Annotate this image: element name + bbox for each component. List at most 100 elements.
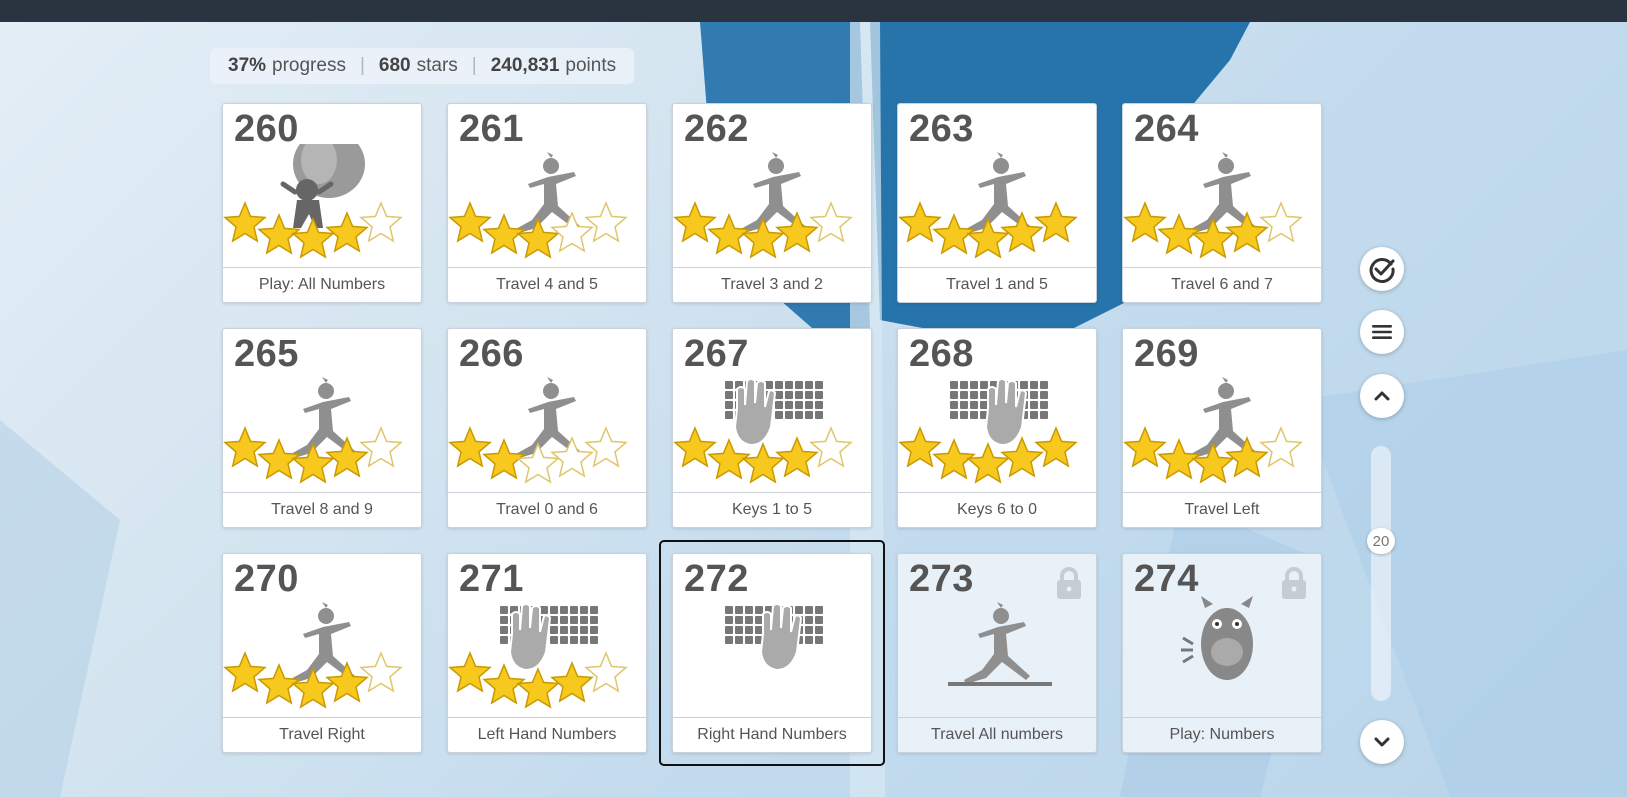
menu-button[interactable] <box>1360 310 1404 354</box>
star-filled-icon <box>775 211 819 253</box>
stats-divider: | <box>471 55 477 76</box>
star-filled-icon <box>1225 436 1269 478</box>
lesson-art <box>448 377 628 484</box>
lesson-label: Travel 4 and 5 <box>448 267 646 302</box>
lesson-card[interactable]: 269 Travel Left <box>1122 328 1322 528</box>
lesson-label: Travel 8 and 9 <box>223 492 421 527</box>
star-filled-icon <box>1123 201 1167 243</box>
stars-value: 680 <box>378 55 411 76</box>
monster-icon <box>1181 596 1253 680</box>
lesson-label: Travel Left <box>1123 492 1321 527</box>
progress-value: 37% <box>228 55 267 76</box>
star-filled-icon <box>325 661 369 703</box>
lesson-art <box>1123 152 1303 259</box>
top-bar <box>0 0 1627 22</box>
star-filled-icon <box>550 661 594 703</box>
star-filled-icon <box>223 426 267 468</box>
scroll-slider-track[interactable] <box>1371 446 1391 701</box>
stars-label: stars <box>416 55 458 76</box>
lesson-card[interactable]: 267 Keys 1 to 5 <box>672 328 872 528</box>
star-filled-icon <box>325 436 369 478</box>
lesson-label: Play: All Numbers <box>223 267 421 302</box>
star-filled-icon <box>448 426 492 468</box>
stats-divider: | <box>359 55 365 76</box>
lesson-art <box>898 378 1078 484</box>
lesson-card[interactable]: 274 Play: Numbers <box>1122 553 1322 753</box>
star-filled-icon <box>223 201 267 243</box>
menu-icon <box>1372 325 1392 339</box>
lesson-card[interactable]: 261 Travel 4 and 5 <box>447 103 647 303</box>
lesson-label: Left Hand Numbers <box>448 717 646 752</box>
lesson-card[interactable]: 271 Left Hand Numbers <box>447 553 647 753</box>
star-filled-icon <box>898 426 942 468</box>
check-circle-icon <box>1369 257 1395 283</box>
lesson-card[interactable]: 266 Travel 0 and 6 <box>447 328 647 528</box>
star-filled-icon <box>448 201 492 243</box>
stats-bar: 37% progress | 680 stars | 240,831 point… <box>210 48 635 84</box>
lesson-art <box>448 603 628 709</box>
lesson-art <box>673 378 853 484</box>
progress-label: progress <box>272 55 346 76</box>
star-filled-icon <box>1034 201 1078 243</box>
lesson-card[interactable]: 260 Play: All Numbers <box>222 103 422 303</box>
points-value: 240,831 <box>490 55 560 76</box>
right-hand-keyboard-icon <box>950 378 1048 447</box>
star-filled-icon <box>898 201 942 243</box>
star-filled-icon <box>325 211 369 253</box>
lesson-card[interactable]: 263 Travel 1 and 5 <box>897 103 1097 303</box>
lesson-label: Travel 3 and 2 <box>673 267 871 302</box>
star-empty-icon <box>584 201 628 243</box>
star-filled-icon <box>1123 426 1167 468</box>
lesson-art <box>223 144 403 259</box>
lesson-label: Travel 1 and 5 <box>898 267 1096 302</box>
star-empty-icon <box>550 211 594 253</box>
lesson-art <box>223 377 403 484</box>
star-filled-icon <box>1034 426 1078 468</box>
lesson-card[interactable]: 268 Keys 6 to 0 <box>897 328 1097 528</box>
lesson-card[interactable]: 262 Travel 3 and 2 <box>672 103 872 303</box>
lesson-art <box>1123 377 1303 484</box>
lesson-label: Travel 6 and 7 <box>1123 267 1321 302</box>
star-filled-icon <box>1000 211 1044 253</box>
star-empty-icon <box>809 201 853 243</box>
scroll-up-button[interactable] <box>1360 374 1404 418</box>
star-filled-icon <box>673 201 717 243</box>
lesson-art <box>223 602 403 709</box>
star-empty-icon <box>1259 426 1303 468</box>
star-empty-icon <box>809 426 853 468</box>
yoga-pose-icon <box>964 602 1030 684</box>
star-empty-icon <box>584 651 628 693</box>
lesson-label: Travel 0 and 6 <box>448 492 646 527</box>
left-hand-keyboard-icon <box>725 378 823 447</box>
lesson-art <box>673 152 853 259</box>
star-filled-icon <box>223 651 267 693</box>
star-empty-icon <box>550 436 594 478</box>
lesson-label: Keys 1 to 5 <box>673 492 871 527</box>
lesson-label: Keys 6 to 0 <box>898 492 1096 527</box>
lesson-label: Travel Right <box>223 717 421 752</box>
lesson-art <box>898 152 1078 259</box>
star-filled-icon <box>673 426 717 468</box>
selection-outline <box>659 540 885 766</box>
scroll-slider-thumb[interactable]: 20 <box>1367 528 1395 554</box>
lesson-label: Play: Numbers <box>1123 717 1321 752</box>
lesson-art <box>448 152 628 259</box>
lesson-card[interactable]: 273 Travel All numbers <box>897 553 1097 753</box>
lesson-card[interactable]: 265 Travel 8 and 9 <box>222 328 422 528</box>
balloon-ninja-icon <box>280 144 365 228</box>
chevron-up-icon <box>1374 391 1390 401</box>
lesson-card[interactable]: 264 Travel 6 and 7 <box>1122 103 1322 303</box>
star-filled-icon <box>966 442 1010 484</box>
star-filled-icon <box>741 442 785 484</box>
left-hand-keyboard-icon <box>500 603 598 672</box>
scroll-down-button[interactable] <box>1360 720 1404 764</box>
check-button[interactable] <box>1360 247 1404 291</box>
star-empty-icon <box>584 426 628 468</box>
star-filled-icon <box>448 651 492 693</box>
star-filled-icon <box>516 667 560 709</box>
lesson-card[interactable]: 270 Travel Right <box>222 553 422 753</box>
lock-icon <box>1282 567 1306 599</box>
floor-line <box>948 682 1052 686</box>
lesson-label: Travel All numbers <box>898 717 1096 752</box>
star-empty-icon <box>359 651 403 693</box>
